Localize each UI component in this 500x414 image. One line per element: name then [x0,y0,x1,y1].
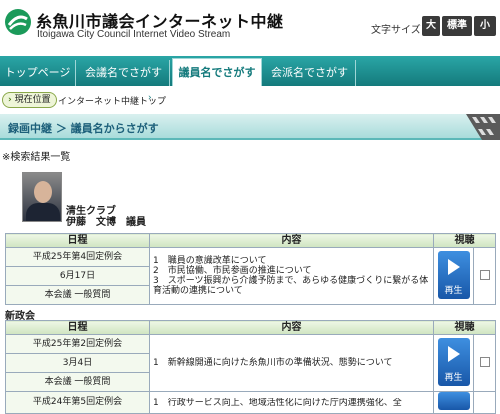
tab-search-by-faction[interactable]: 会派名でさがす [264,60,356,86]
meeting-cell: 本会議 一般質問 [5,372,150,392]
play-label: 再生 [444,285,463,296]
header-date: 日程 [5,233,150,248]
play-button[interactable]: 再生 [437,250,470,299]
tab-top-page[interactable]: トップページ [0,60,76,86]
site-subtitle: Itoigawa City Council Internet Video Str… [37,29,231,40]
results-table-1: 日程 内容 視聴 平成25年第4回定例会 1 職員の意識改革について 2 市民協… [5,233,496,305]
current-location-label: 現在位置 [14,95,51,105]
content-cell: 1 新幹線開通に向けた糸魚川市の準備状況、態勢について [149,334,434,392]
font-size-large-button[interactable]: 大 [422,16,440,36]
header-view: 視聴 [433,233,496,248]
play-icon [447,258,460,275]
content-item: 1 新幹線開通に向けた糸魚川市の準備状況、態勢について [153,358,393,368]
film-strip-icon [466,114,500,140]
select-cell [473,247,496,305]
tab-search-by-member[interactable]: 議員名でさがす [172,58,262,86]
content-item: 1 行政サービス向上、地域活性化に向けた庁内連携強化、全 [153,397,402,408]
tab-search-by-meeting[interactable]: 会議名でさがす [78,60,170,86]
select-checkbox[interactable] [479,269,490,280]
play-label: 再生 [444,372,463,383]
member-photo [22,172,62,222]
chevron-right-icon: › [8,95,12,105]
header-content: 内容 [149,233,434,248]
play-cell: 再生 [433,247,474,305]
date-cell: 3月4日 [5,353,150,373]
font-size-small-button[interactable]: 小 [474,16,496,36]
session-cell: 平成24年第5回定例会 [5,391,150,414]
content-item: 2 市民協働、市民参画の推進について [153,266,312,276]
table-header-row: 日程 内容 視聴 [5,233,496,248]
site-header: 糸魚川市議会インターネット中継 Itoigawa City Council In… [0,0,500,56]
breadcrumb-separator: › [148,93,152,103]
table-row: 平成25年第4回定例会 1 職員の意識改革について 2 市民協働、市民参画の推進… [5,247,496,305]
breadcrumb: › 現在位置 インターネット中継トップ › [0,90,500,110]
main-nav: トップページ 会議名でさがす 議員名でさがす 会派名でさがす [0,56,500,86]
select-cell [473,334,496,392]
table-header-row: 日程 内容 視聴 [5,320,496,335]
play-icon [447,345,460,362]
play-button[interactable] [437,392,470,410]
font-size-normal-button[interactable]: 標準 [442,16,472,36]
table-row: 平成24年第5回定例会 1 行政サービス向上、地域活性化に向けた庁内連携強化、全 [5,391,496,414]
section-title: 録画中継 ＞ 議員名からさがす [8,122,159,135]
meeting-cell: 本会議 一般質問 [5,285,150,305]
play-button[interactable]: 再生 [437,337,470,386]
results-table-2: 日程 内容 視聴 平成25年第2回定例会 1 新幹線開通に向けた糸魚川市の準備状… [5,320,496,414]
header-content: 内容 [149,320,434,335]
results-label: ※検索結果一覧 [2,152,71,163]
current-location-badge: › 現在位置 [2,92,57,108]
city-logo-icon [5,9,31,35]
content-cell: 1 行政サービス向上、地域活性化に向けた庁内連携強化、全 [149,391,434,414]
table-row: 平成25年第2回定例会 1 新幹線開通に向けた糸魚川市の準備状況、態勢について … [5,334,496,392]
select-checkbox[interactable] [479,356,490,367]
member-name: 伊藤 文博 議員 [66,217,146,228]
content-item: 3 スポーツ振興から介護予防まで、あらゆる健康づくりに繋がる体育活動の連携につい… [153,276,429,296]
date-cell: 6月17日 [5,266,150,286]
play-cell: 再生 [433,334,474,392]
select-cell [473,391,496,414]
session-cell: 平成25年第2回定例会 [5,334,150,354]
session-cell: 平成25年第4回定例会 [5,247,150,267]
font-size-label: 文字サイズ [371,25,421,36]
play-cell [433,391,474,414]
header-date: 日程 [5,320,150,335]
header-view: 視聴 [433,320,496,335]
content-cell: 1 職員の意識改革について 2 市民協働、市民参画の推進について 3 スポーツ振… [149,247,434,305]
content-item: 1 職員の意識改革について [153,256,267,266]
section-header: 録画中継 ＞ 議員名からさがす [0,114,500,140]
